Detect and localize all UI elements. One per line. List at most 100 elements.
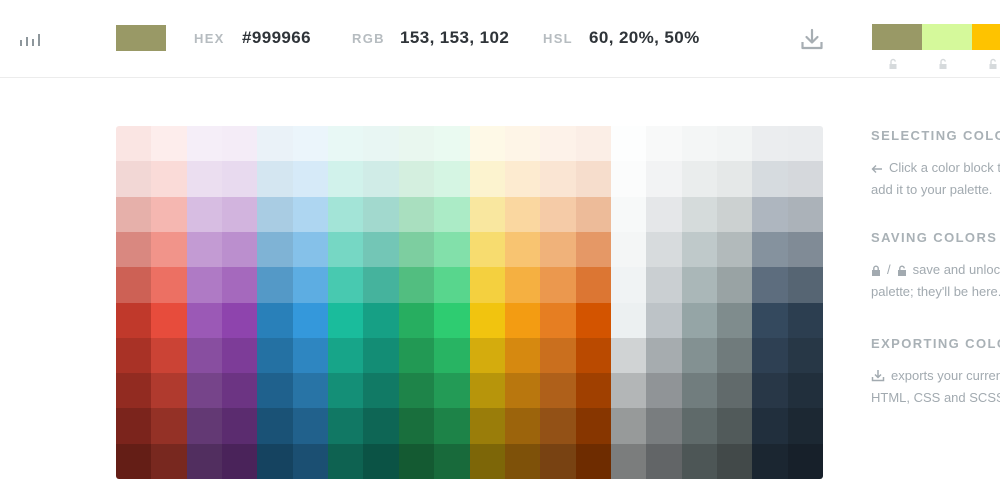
color-cell[interactable] [398,267,435,304]
color-cell[interactable] [434,231,471,268]
color-cell[interactable] [222,161,258,198]
color-cell[interactable] [151,302,188,339]
color-cell[interactable] [469,231,506,268]
color-cell[interactable] [292,231,329,268]
color-cell[interactable] [646,337,683,374]
color-cell[interactable] [787,267,823,304]
color-cell[interactable] [504,231,541,268]
color-cell[interactable] [116,126,152,162]
color-cell[interactable] [504,196,541,233]
color-cell[interactable] [328,443,365,479]
color-cell[interactable] [716,302,753,339]
color-cell[interactable] [575,408,612,445]
color-cell[interactable] [116,408,152,445]
color-cell[interactable] [646,231,683,268]
color-cell[interactable] [610,302,647,339]
color-cell[interactable] [752,231,789,268]
color-cell[interactable] [504,267,541,304]
color-cell[interactable] [646,126,683,162]
color-cell[interactable] [151,337,188,374]
color-cell[interactable] [540,126,577,162]
rgb-value[interactable]: 153, 153, 102 [400,28,509,48]
bar-chart-icon[interactable] [18,30,46,46]
color-cell[interactable] [186,231,223,268]
color-cell[interactable] [257,267,294,304]
color-cell[interactable] [434,302,471,339]
color-cell[interactable] [116,231,152,268]
color-cell[interactable] [681,126,718,162]
color-cell[interactable] [151,408,188,445]
color-cell[interactable] [328,126,365,162]
color-cell[interactable] [328,267,365,304]
color-cell[interactable] [398,373,435,409]
color-cell[interactable] [610,408,647,445]
color-cell[interactable] [504,337,541,374]
color-cell[interactable] [151,231,188,268]
color-cell[interactable] [610,443,647,479]
color-cell[interactable] [292,337,329,374]
color-cell[interactable] [752,373,789,409]
color-cell[interactable] [610,373,647,409]
color-cell[interactable] [540,196,577,233]
color-cell[interactable] [646,443,683,479]
color-cell[interactable] [186,408,223,445]
color-cell[interactable] [716,126,753,162]
color-cell[interactable] [398,408,435,445]
color-cell[interactable] [257,443,294,479]
color-cell[interactable] [716,337,753,374]
color-cell[interactable] [575,161,612,198]
color-cell[interactable] [257,408,294,445]
color-cell[interactable] [328,408,365,445]
color-cell[interactable] [469,126,506,162]
color-cell[interactable] [646,408,683,445]
color-cell[interactable] [752,267,789,304]
color-cell[interactable] [646,161,683,198]
color-cell[interactable] [575,267,612,304]
unlock-icon[interactable] [938,58,950,70]
color-cell[interactable] [469,267,506,304]
color-cell[interactable] [292,373,329,409]
color-cell[interactable] [222,408,258,445]
color-cell[interactable] [681,373,718,409]
download-icon[interactable] [800,27,824,51]
color-cell[interactable] [116,443,152,479]
color-cell[interactable] [434,337,471,374]
color-cell[interactable] [469,302,506,339]
color-cell[interactable] [540,267,577,304]
color-cell[interactable] [469,337,506,374]
color-cell[interactable] [116,267,152,304]
color-cell[interactable] [257,373,294,409]
color-cell[interactable] [469,196,506,233]
color-cell[interactable] [716,443,753,479]
color-cell[interactable] [186,161,223,198]
color-cell[interactable] [681,196,718,233]
color-cell[interactable] [328,161,365,198]
color-cell[interactable] [434,443,471,479]
color-cell[interactable] [787,196,823,233]
color-cell[interactable] [363,302,400,339]
color-cell[interactable] [540,373,577,409]
color-cell[interactable] [716,408,753,445]
color-cell[interactable] [434,126,471,162]
color-cell[interactable] [398,196,435,233]
color-cell[interactable] [292,302,329,339]
color-cell[interactable] [540,337,577,374]
color-cell[interactable] [363,161,400,198]
color-cell[interactable] [787,443,823,479]
color-cell[interactable] [504,302,541,339]
color-cell[interactable] [363,267,400,304]
color-cell[interactable] [292,443,329,479]
color-cell[interactable] [292,161,329,198]
color-cell[interactable] [328,196,365,233]
color-cell[interactable] [434,161,471,198]
color-cell[interactable] [292,126,329,162]
color-cell[interactable] [292,267,329,304]
color-cell[interactable] [504,408,541,445]
color-cell[interactable] [469,161,506,198]
color-cell[interactable] [292,408,329,445]
color-cell[interactable] [257,302,294,339]
color-cell[interactable] [752,443,789,479]
color-cell[interactable] [398,231,435,268]
color-cell[interactable] [716,161,753,198]
palette-swatch[interactable] [922,24,972,50]
